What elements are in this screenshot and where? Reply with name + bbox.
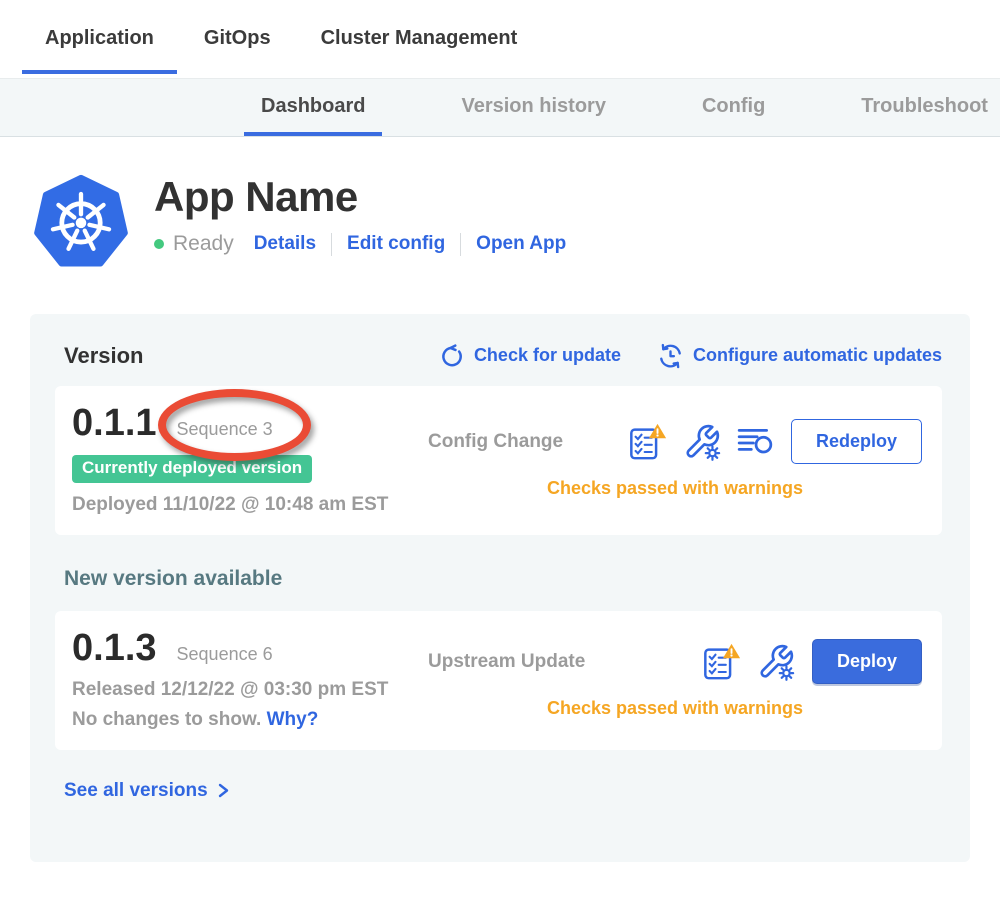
version-source-label: Upstream Update <box>428 651 585 673</box>
check-for-update-label: Check for update <box>474 345 621 366</box>
why-link[interactable]: Why? <box>267 709 319 730</box>
current-version-card: 0.1.1 Sequence 3 Currently deployed vers… <box>55 386 942 535</box>
version-panel-title: Version <box>64 343 143 369</box>
chevron-right-icon <box>216 782 230 799</box>
secondary-nav: Dashboard Version history Config Trouble… <box>0 78 1000 137</box>
tab-gitops-label: GitOps <box>204 27 271 50</box>
tab-version-history-label: Version history <box>461 95 606 118</box>
edit-config-link[interactable]: Edit config <box>347 233 445 255</box>
tab-cluster-management[interactable]: Cluster Management <box>298 0 541 74</box>
refresh-icon <box>439 343 465 369</box>
checks-status-text[interactable]: Checks passed with warnings <box>428 698 922 719</box>
preflight-checks-warning-icon[interactable] <box>702 642 742 682</box>
clock-refresh-icon <box>657 342 684 369</box>
tab-troubleshoot[interactable]: Troubleshoot <box>844 79 1000 136</box>
tab-version-history[interactable]: Version history <box>444 79 623 136</box>
configure-automatic-updates-button[interactable]: Configure automatic updates <box>657 342 942 369</box>
current-version-sequence: Sequence 3 <box>177 419 273 440</box>
version-source-label: Config Change <box>428 431 563 453</box>
primary-nav: Application GitOps Cluster Management <box>0 0 1000 78</box>
tab-config[interactable]: Config <box>685 79 782 136</box>
deploy-button[interactable]: Deploy <box>812 639 922 684</box>
configure-automatic-updates-label: Configure automatic updates <box>693 345 942 366</box>
released-timestamp: Released 12/12/22 @ 03:30 pm EST <box>72 679 388 701</box>
tab-cluster-management-label: Cluster Management <box>321 27 518 50</box>
new-version-sequence: Sequence 6 <box>177 644 273 665</box>
tab-application-label: Application <box>45 27 154 50</box>
app-header: App Name Ready Details Edit config Open … <box>0 137 1000 268</box>
check-for-update-button[interactable]: Check for update <box>439 343 621 369</box>
tab-gitops[interactable]: GitOps <box>181 0 294 74</box>
checks-status-text[interactable]: Checks passed with warnings <box>428 478 922 499</box>
current-version-number: 0.1.1 <box>72 403 157 445</box>
see-all-versions-label: See all versions <box>64 780 208 802</box>
divider <box>331 233 332 256</box>
tab-troubleshoot-label: Troubleshoot <box>861 95 988 118</box>
see-all-versions-link[interactable]: See all versions <box>64 780 230 802</box>
kubernetes-logo-icon <box>33 172 129 268</box>
new-version-heading: New version available <box>64 567 942 591</box>
tab-dashboard-label: Dashboard <box>261 95 365 118</box>
open-app-link[interactable]: Open App <box>476 233 566 255</box>
no-changes-text: No changes to show. Why? <box>72 709 318 731</box>
new-version-card: 0.1.3 Sequence 6 Released 12/12/22 @ 03:… <box>55 611 942 750</box>
divider <box>460 233 461 256</box>
deployed-timestamp: Deployed 11/10/22 @ 10:48 am EST <box>72 494 388 516</box>
preflight-checks-warning-icon[interactable] <box>628 422 668 462</box>
config-wrench-icon[interactable] <box>683 423 721 461</box>
version-panel: Version Check for update Configure autom… <box>30 314 970 862</box>
details-link[interactable]: Details <box>254 233 316 255</box>
config-wrench-icon[interactable] <box>757 643 795 681</box>
currently-deployed-badge: Currently deployed version <box>72 455 312 483</box>
tab-config-label: Config <box>702 95 765 118</box>
page-title: App Name <box>154 174 566 220</box>
new-version-number: 0.1.3 <box>72 628 157 670</box>
tab-dashboard[interactable]: Dashboard <box>244 79 382 136</box>
diff-files-icon[interactable] <box>736 423 774 461</box>
tab-application[interactable]: Application <box>22 0 177 74</box>
redeploy-button[interactable]: Redeploy <box>791 419 922 464</box>
status-dot-icon <box>154 239 164 249</box>
status-badge: Ready <box>173 232 234 256</box>
